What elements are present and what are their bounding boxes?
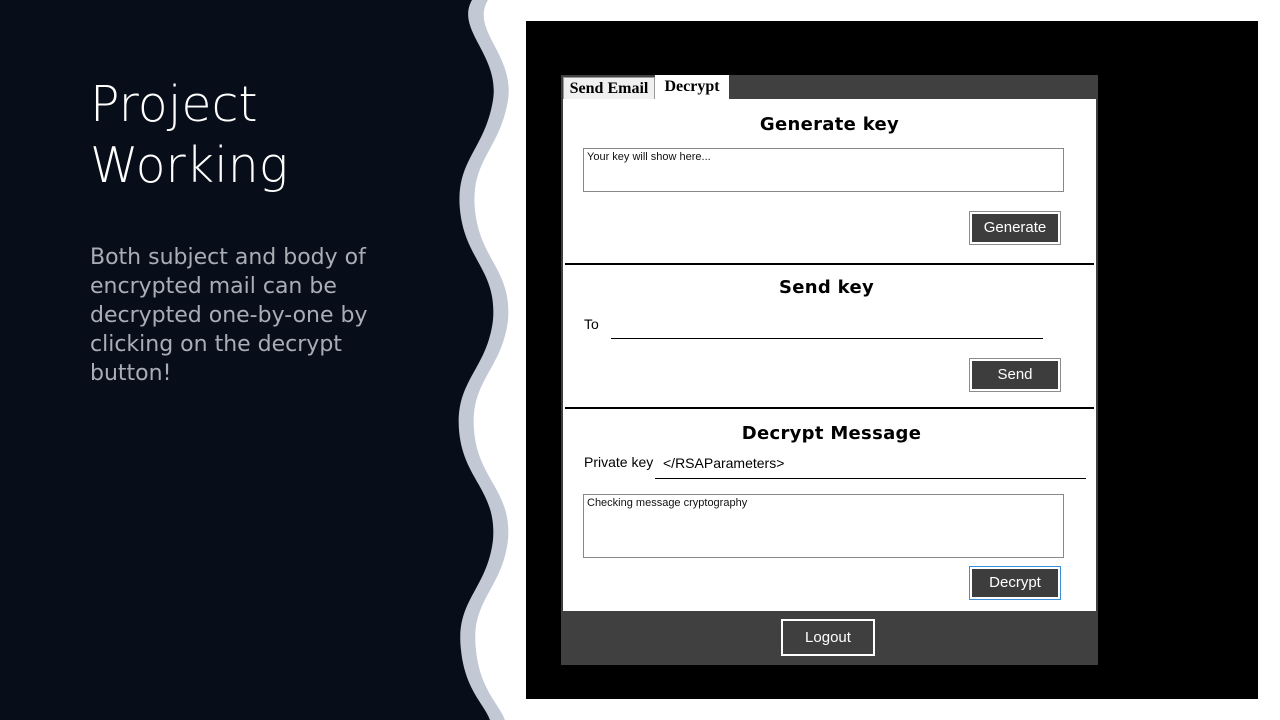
send-button-label: Send bbox=[972, 361, 1058, 389]
to-recipient-input[interactable] bbox=[611, 318, 1043, 339]
slide-title-line-1: Project bbox=[90, 76, 258, 133]
slide-body-text: Both subject and body of encrypted mail … bbox=[90, 245, 368, 386]
section-divider-1 bbox=[565, 263, 1094, 265]
to-label: To bbox=[584, 316, 599, 332]
key-output-textbox[interactable]: Your key will show here... bbox=[583, 148, 1064, 192]
private-key-label: Private key bbox=[584, 454, 654, 470]
message-textbox[interactable]: Checking message cryptography bbox=[583, 494, 1064, 558]
slide-left-panel: Project Working Both subject and body of… bbox=[0, 0, 540, 720]
decrypt-button-label: Decrypt bbox=[972, 569, 1058, 597]
logout-button[interactable]: Logout bbox=[781, 619, 875, 656]
slide-title-line-2: Working bbox=[90, 137, 289, 194]
private-key-input[interactable]: </RSAParameters> bbox=[655, 453, 1086, 479]
section-divider-2 bbox=[565, 407, 1094, 409]
generate-button[interactable]: Generate bbox=[969, 211, 1061, 245]
slide-title: Project Working bbox=[90, 74, 470, 196]
decrypt-button[interactable]: Decrypt bbox=[969, 566, 1061, 600]
tab-send-email[interactable]: Send Email bbox=[563, 77, 655, 99]
tab-decrypt[interactable]: Decrypt bbox=[655, 75, 729, 99]
decrypt-message-heading: Decrypt Message bbox=[741, 423, 922, 444]
send-key-heading: Send key bbox=[779, 277, 874, 298]
generate-key-heading: Generate key bbox=[759, 114, 900, 135]
generate-button-label: Generate bbox=[972, 214, 1058, 242]
send-button[interactable]: Send bbox=[969, 358, 1061, 392]
